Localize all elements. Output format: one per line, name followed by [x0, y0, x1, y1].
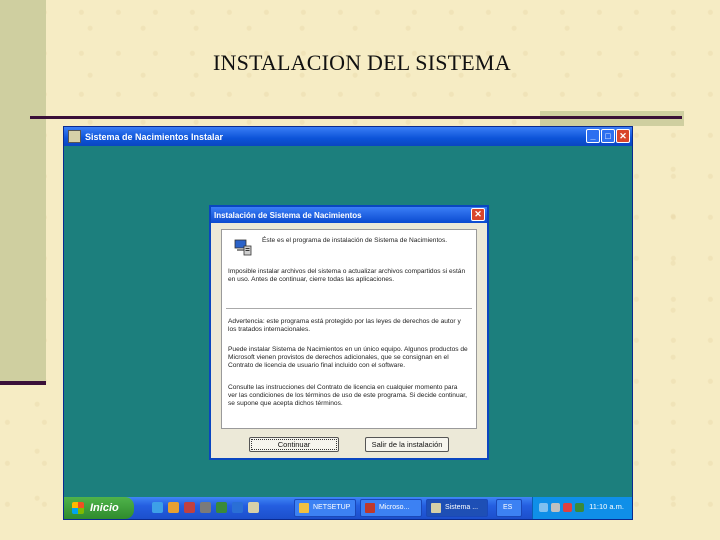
quicklaunch-desktop-icon[interactable] — [200, 502, 211, 513]
continue-button[interactable]: Continuar — [249, 437, 339, 452]
start-button[interactable]: Inicio — [64, 497, 134, 519]
quicklaunch-outlook-icon[interactable] — [168, 502, 179, 513]
system-tray: 11:10 a.m. — [532, 497, 632, 519]
quicklaunch-ie-icon[interactable] — [152, 502, 163, 513]
language-label: ES — [503, 504, 513, 511]
dialog-close-button[interactable]: ✕ — [471, 208, 485, 221]
language-indicator[interactable]: ES — [496, 499, 522, 517]
exit-setup-button[interactable]: Salir de la instalación — [365, 437, 449, 452]
window-titlebar[interactable]: Sistema de Nacimientos Instalar _ □ ✕ — [64, 127, 632, 146]
tray-alert-icon[interactable] — [563, 503, 572, 512]
computer-setup-icon — [234, 239, 252, 256]
start-label: Inicio — [90, 502, 119, 514]
tray-volume-icon[interactable] — [551, 503, 560, 512]
maximize-button[interactable]: □ — [601, 129, 615, 143]
quicklaunch-media-icon[interactable] — [184, 502, 195, 513]
task-netsetup[interactable]: NETSETUP — [294, 499, 356, 517]
close-button[interactable]: ✕ — [616, 129, 630, 143]
windows-logo-icon — [72, 502, 84, 514]
dialog-copyright-text: Advertencia: este programa está protegid… — [228, 318, 461, 333]
task-sistema[interactable]: Sistema ... — [426, 499, 488, 517]
dialog-message-panel: Éste es el programa de instalación de Si… — [221, 229, 477, 429]
dialog-close-apps-text: Imposible instalar archivos del sistema … — [228, 268, 466, 283]
quicklaunch-setup-icon[interactable] — [248, 502, 259, 513]
tray-clock: 11:10 a.m. — [589, 502, 624, 511]
tray-network-icon[interactable] — [539, 503, 548, 512]
quicklaunch-app-icon[interactable] — [216, 502, 227, 513]
installer-icon — [431, 503, 441, 513]
left-band-underline — [0, 381, 46, 385]
slide-title: INSTALACION DEL SISTEMA — [213, 50, 511, 75]
quicklaunch-word-icon[interactable] — [232, 502, 243, 513]
tray-app-icon[interactable] — [575, 503, 584, 512]
title-rule-line — [30, 116, 682, 119]
dialog-license-text: Puede instalar Sistema de Nacimientos en… — [228, 346, 468, 369]
task-label: Sistema ... — [445, 504, 479, 511]
folder-icon — [299, 503, 309, 513]
installer-app-icon — [68, 130, 81, 143]
app-window-icon — [365, 503, 375, 513]
dialog-separator — [226, 308, 472, 309]
minimize-button[interactable]: _ — [586, 129, 600, 143]
installer-window: Sistema de Nacimientos Instalar _ □ ✕ In… — [63, 126, 633, 520]
task-label: Microso... — [379, 504, 410, 511]
dialog-title: Instalación de Sistema de Nacimientos — [214, 210, 362, 220]
task-label: NETSETUP — [313, 504, 351, 511]
task-microsoft[interactable]: Microso... — [360, 499, 422, 517]
dialog-terms-text: Consulte las instrucciones del Contrato … — [228, 384, 467, 407]
dialog-titlebar[interactable]: Instalación de Sistema de Nacimientos ✕ — [211, 207, 487, 223]
left-accent-band — [0, 0, 46, 383]
dialog-intro-text: Éste es el programa de instalación de Si… — [262, 237, 448, 244]
setup-dialog: Instalación de Sistema de Nacimientos ✕ … — [209, 205, 489, 460]
taskbar: Inicio NETSETUP Microso... Sistema ... E… — [64, 497, 632, 519]
window-title: Sistema de Nacimientos Instalar — [85, 131, 224, 142]
